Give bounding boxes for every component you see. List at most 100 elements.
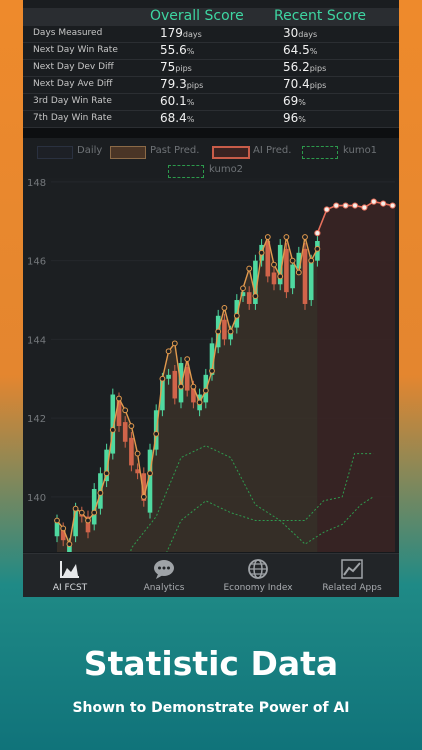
- past-pred-point: [302, 234, 308, 240]
- past-pred-point: [308, 257, 315, 264]
- past-pred-point: [227, 328, 234, 335]
- past-pred-point: [60, 525, 67, 532]
- score-row-label: Next Day Dev Diff: [33, 62, 114, 72]
- legend-kumo2-swatch[interactable]: [168, 165, 204, 178]
- score-overall-unit: %: [186, 115, 195, 124]
- forecast-chart[interactable]: 148 146 144 142 140: [23, 178, 399, 558]
- globe-icon: [248, 559, 268, 579]
- promo-subtitle: Shown to Demonstrate Power of AI: [72, 700, 350, 716]
- tab-economy-index[interactable]: Economy Index: [211, 554, 305, 597]
- y-tick-label: 144: [27, 335, 46, 346]
- past-pred-point: [196, 399, 203, 406]
- past-pred-point: [233, 312, 240, 319]
- tab-economy-index-label: Economy Index: [223, 583, 293, 593]
- past-pred-point: [159, 375, 166, 382]
- ai-pred-point: [380, 200, 387, 207]
- score-recent-unit: pips: [309, 81, 327, 90]
- area-chart-icon: [60, 561, 79, 578]
- divider: [23, 128, 399, 138]
- y-tick-label: 148: [27, 178, 46, 189]
- legend-past-pred-label: Past Pred.: [150, 145, 200, 156]
- candle-body: [73, 508, 78, 537]
- ai-pred-point: [389, 202, 396, 209]
- candle-body: [166, 374, 171, 379]
- past-pred-point: [215, 328, 222, 335]
- score-row-label: 3rd Day Win Rate: [33, 96, 112, 106]
- score-recent-number: 56.2: [283, 60, 310, 74]
- score-row: 3rd Day Win Rate 60.1% 69%: [23, 94, 399, 111]
- ai-pred-point: [342, 202, 349, 209]
- score-overall-value: 75pips: [160, 60, 192, 74]
- score-row: Next Day Dev Diff 75pips 56.2pips: [23, 60, 399, 77]
- y-tick-label: 146: [27, 257, 46, 268]
- candle-body: [122, 422, 128, 442]
- score-recent-unit: %: [309, 47, 318, 56]
- tab-analytics-label: Analytics: [143, 583, 185, 593]
- score-recent-unit: %: [298, 98, 306, 107]
- past-pred-point: [140, 493, 147, 500]
- past-pred-point: [171, 340, 178, 347]
- score-recent-value: 56.2pips: [283, 60, 326, 74]
- past-pred-point: [252, 293, 259, 300]
- candle-body: [129, 437, 134, 466]
- score-overall-unit: %: [186, 98, 195, 107]
- past-pred-point: [122, 407, 129, 414]
- score-recent-value: 70.4pips: [283, 77, 326, 91]
- overall-score-header: Overall Score: [150, 8, 244, 24]
- candle-body: [302, 248, 308, 304]
- score-overall-number: 55.6: [160, 43, 187, 57]
- past-pred-point: [66, 541, 73, 548]
- score-overall-value: 179days: [160, 26, 202, 40]
- legend-kumo1-swatch[interactable]: [302, 146, 338, 159]
- past-pred-point: [246, 265, 253, 272]
- legend-past-pred-swatch[interactable]: [110, 146, 146, 159]
- past-pred-point: [153, 430, 160, 437]
- past-pred-point: [116, 395, 122, 402]
- candle-body: [222, 319, 227, 340]
- past-pred-point: [271, 261, 277, 268]
- score-recent-number: 70.4: [283, 77, 310, 91]
- ai-pred-point: [333, 202, 340, 209]
- candle-body: [246, 292, 252, 304]
- tab-related-apps[interactable]: Related Apps: [305, 554, 399, 597]
- candle-body: [184, 366, 190, 391]
- past-pred-point: [277, 273, 284, 280]
- score-row-label: 7th Day Win Rate: [33, 113, 112, 123]
- legend-ai-pred-swatch[interactable]: [212, 146, 250, 159]
- past-pred-point: [72, 505, 79, 512]
- legend-ai-pred-label: AI Pred.: [253, 145, 292, 156]
- legend-daily-label: Daily: [77, 145, 103, 156]
- score-recent-number: 96: [283, 111, 299, 125]
- tab-ai-fcst[interactable]: AI FCST: [23, 554, 117, 597]
- legend-daily-swatch[interactable]: [37, 146, 73, 159]
- past-pred-point: [240, 285, 246, 292]
- y-tick-label: 142: [27, 414, 46, 425]
- past-pred-point: [97, 490, 104, 496]
- past-pred-point: [221, 305, 228, 311]
- past-pred-point: [190, 383, 197, 390]
- past-pred-point: [54, 517, 60, 524]
- score-overall-value: 55.6%: [160, 43, 194, 57]
- past-pred-point: [314, 245, 321, 252]
- ai-pred-area: [317, 201, 395, 553]
- chart-legend: Daily Past Pred. AI Pred. kumo1 kumo2: [23, 138, 399, 178]
- ai-pred-point: [351, 202, 359, 209]
- candle-body: [290, 264, 295, 289]
- score-overall-number: 75: [160, 60, 176, 74]
- legend-kumo1-label: kumo1: [343, 145, 378, 156]
- past-pred-point: [178, 383, 184, 390]
- tab-analytics[interactable]: Analytics: [117, 554, 211, 597]
- tab-ai-fcst-label: AI FCST: [52, 583, 88, 593]
- score-recent-value: 69%: [283, 94, 306, 108]
- past-pred-point: [128, 423, 135, 429]
- past-pred-point: [103, 470, 110, 477]
- past-pred-point: [147, 470, 153, 477]
- candle-body: [284, 248, 289, 293]
- forecast-chart-svg[interactable]: 148 146 144 142 140: [23, 178, 399, 558]
- score-overall-value: 60.1%: [160, 94, 194, 108]
- past-pred-point: [134, 450, 141, 457]
- score-overall-number: 79.3: [160, 77, 187, 91]
- score-recent-value: 64.5%: [283, 43, 317, 57]
- past-pred-point: [109, 427, 116, 433]
- candle-body: [172, 370, 178, 399]
